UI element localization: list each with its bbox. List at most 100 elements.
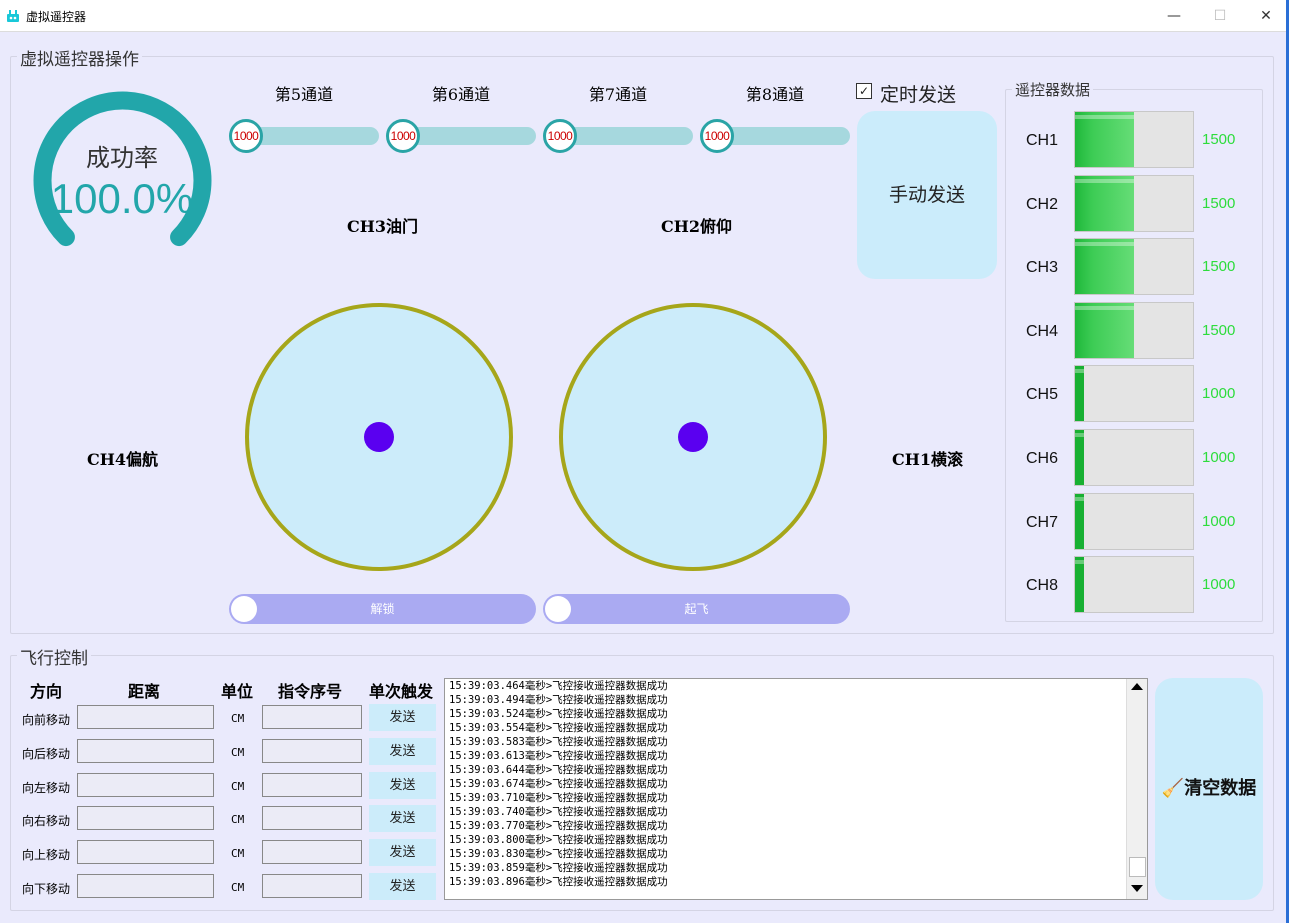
rc-channel-fill (1075, 557, 1085, 612)
right-joystick-handle[interactable] (678, 422, 708, 452)
log-line: 15:39:03.644毫秒>飞控接收遥控器数据成功 (449, 764, 668, 776)
unit-label: CM (231, 881, 245, 894)
aux-channel-slider-knob[interactable]: 1000 (229, 119, 263, 153)
scroll-up-icon[interactable] (1131, 683, 1143, 690)
rc-channel-name: CH3 (1026, 259, 1059, 276)
rc-channel-name: CH6 (1026, 450, 1059, 467)
rc-channel-fill (1075, 176, 1134, 231)
aux-channel-label: 第7通道 (588, 85, 648, 104)
log-line: 15:39:03.464毫秒>飞控接收遥控器数据成功 (449, 680, 668, 692)
distance-input[interactable] (77, 874, 214, 898)
rc-channel-fill (1075, 112, 1134, 167)
unlock-toggle-knob (231, 596, 257, 622)
unit-label: CM (231, 712, 245, 725)
rc-channel-bar (1074, 238, 1194, 295)
header-distance: 距离 (128, 682, 161, 701)
log-line: 15:39:03.896毫秒>飞控接收遥控器数据成功 (449, 876, 668, 888)
sequence-input[interactable] (262, 773, 362, 797)
send-button[interactable]: 发送 (369, 772, 436, 799)
broom-icon: 🧹 (1161, 778, 1185, 799)
gauge-label: 成功率 (86, 145, 158, 172)
aux-channel-slider-knob[interactable]: 1000 (386, 119, 420, 153)
aux-channel-slider-knob[interactable]: 1000 (543, 119, 577, 153)
clear-data-button[interactable]: 🧹清空数据 (1155, 678, 1263, 900)
rc-channel-value: 1000 (1202, 385, 1236, 402)
maximize-button[interactable]: ☐ (1197, 0, 1243, 32)
rc-channel-fill (1075, 494, 1085, 549)
send-button[interactable]: 发送 (369, 805, 436, 832)
unlock-toggle[interactable]: 解锁 (229, 594, 536, 624)
takeoff-toggle-knob (545, 596, 571, 622)
rc-channel-fill (1075, 303, 1134, 358)
minimize-button[interactable]: — (1151, 0, 1197, 32)
log-line: 15:39:03.859毫秒>飞控接收遥控器数据成功 (449, 862, 668, 874)
left-joystick-handle[interactable] (364, 422, 394, 452)
log-line: 15:39:03.524毫秒>飞控接收遥控器数据成功 (449, 708, 668, 720)
sequence-input[interactable] (262, 705, 362, 729)
success-rate-gauge: 成功率 100.0% (33, 91, 212, 247)
header-seq: 指令序号 (278, 682, 343, 701)
send-button[interactable]: 发送 (369, 738, 436, 765)
direction-label: 向下移动 (22, 882, 71, 896)
distance-input[interactable] (77, 705, 214, 729)
rc-channel-value: 1500 (1202, 322, 1236, 339)
sequence-input[interactable] (262, 840, 362, 864)
unit-label: CM (231, 847, 245, 860)
log-line: 15:39:03.613毫秒>飞控接收遥控器数据成功 (449, 750, 668, 762)
rc-channel-value: 1500 (1202, 131, 1236, 148)
aux-channel-slider-knob[interactable]: 1000 (700, 119, 734, 153)
send-button[interactable]: 发送 (369, 839, 436, 866)
timed-send-label: 定时发送 (880, 84, 957, 106)
rc-channel-bar (1074, 429, 1194, 486)
log-line: 15:39:03.674毫秒>飞控接收遥控器数据成功 (449, 778, 668, 790)
rc-data-group-title: 遥控器数据 (1012, 79, 1094, 100)
rc-channel-name: CH2 (1026, 196, 1059, 213)
scroll-down-icon[interactable] (1131, 885, 1143, 892)
rc-channel-bar (1074, 556, 1194, 613)
window-title: 虚拟遥控器 (26, 10, 87, 24)
direction-label: 向右移动 (22, 814, 71, 828)
log-scrollbar[interactable] (1126, 679, 1147, 899)
log-panel[interactable]: 15:39:03.464毫秒>飞控接收遥控器数据成功 15:39:03.494毫秒… (444, 678, 1148, 900)
rc-channel-name: CH7 (1026, 514, 1059, 531)
rc-channel-fill (1075, 366, 1085, 421)
rc-channel-value: 1500 (1202, 258, 1236, 275)
manual-send-button[interactable]: 手动发送 (857, 111, 997, 279)
send-button[interactable]: 发送 (369, 704, 436, 731)
rc-channel-bar (1074, 493, 1194, 550)
unit-label: CM (231, 780, 245, 793)
sequence-input[interactable] (262, 739, 362, 763)
direction-label: 向后移动 (22, 747, 71, 761)
unlock-toggle-label: 解锁 (370, 602, 395, 616)
header-direction: 方向 (30, 682, 63, 701)
ops-group-title: 虚拟遥控器操作 (17, 45, 142, 70)
throttle-label: CH3油门 (347, 217, 418, 236)
title-bar (0, 0, 1289, 32)
close-button[interactable]: ✕ (1243, 0, 1289, 32)
gauge-value: 100.0% (51, 175, 193, 222)
sequence-input[interactable] (262, 874, 362, 898)
log-line: 15:39:03.800毫秒>飞控接收遥控器数据成功 (449, 834, 668, 846)
distance-input[interactable] (77, 840, 214, 864)
rc-channel-name: CH5 (1026, 386, 1059, 403)
scroll-thumb[interactable] (1129, 857, 1146, 877)
distance-input[interactable] (77, 773, 214, 797)
rc-channel-bar (1074, 175, 1194, 232)
distance-input[interactable] (77, 739, 214, 763)
aux-channel-label: 第6通道 (431, 85, 491, 104)
rc-channel-fill (1075, 239, 1134, 294)
sequence-input[interactable] (262, 806, 362, 830)
rc-channel-name: CH8 (1026, 577, 1059, 594)
log-lines: 15:39:03.464毫秒>飞控接收遥控器数据成功 15:39:03.494毫秒… (445, 679, 1147, 889)
timed-send-checkbox[interactable]: ✓ (856, 83, 872, 99)
rc-channel-fill (1075, 430, 1085, 485)
aux-channel-label: 第8通道 (745, 85, 805, 104)
unit-label: CM (231, 813, 245, 826)
roll-label: CH1横滚 (892, 450, 963, 469)
distance-input[interactable] (77, 806, 214, 830)
send-button[interactable]: 发送 (369, 873, 436, 900)
takeoff-toggle[interactable]: 起飞 (543, 594, 850, 624)
log-line: 15:39:03.494毫秒>飞控接收遥控器数据成功 (449, 694, 668, 706)
direction-label: 向前移动 (22, 713, 71, 727)
log-line: 15:39:03.830毫秒>飞控接收遥控器数据成功 (449, 848, 668, 860)
